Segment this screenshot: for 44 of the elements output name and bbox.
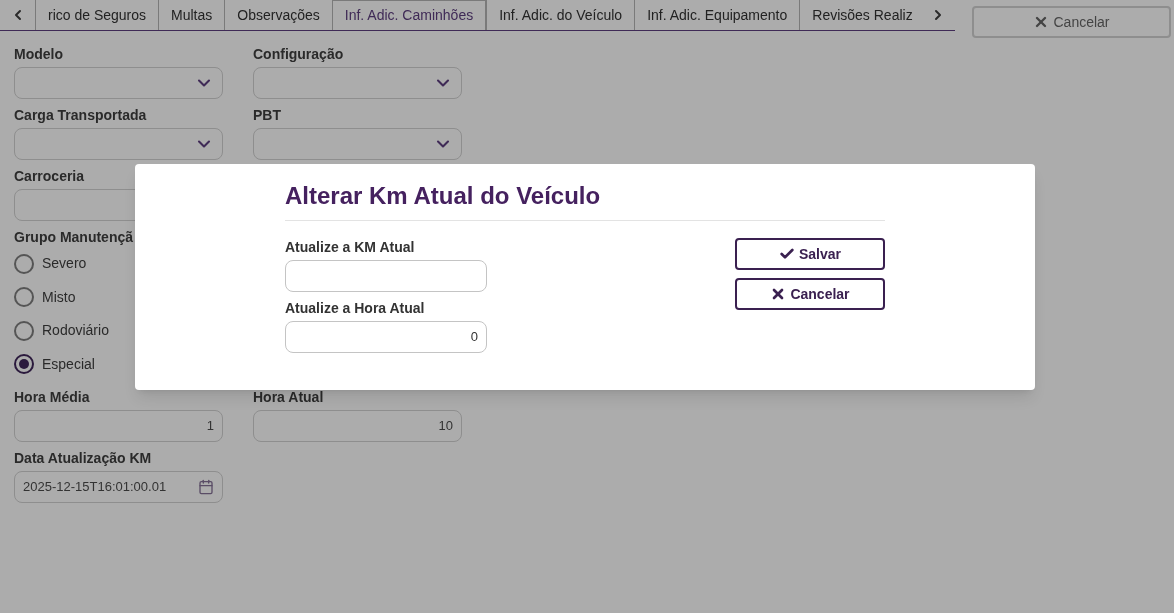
field-label: Hora Atual <box>253 388 325 407</box>
select-field[interactable] <box>253 128 462 160</box>
radio-icon <box>14 253 34 274</box>
field-label: Atualize a KM Atual <box>285 238 416 257</box>
select-field[interactable] <box>14 67 223 99</box>
field-label: PBT <box>253 106 282 125</box>
dialog-title: Alterar Km Atual do Veículo <box>285 178 885 221</box>
save-button[interactable]: Salvar <box>735 238 885 270</box>
field-label: Atualize a Hora Atual <box>285 299 426 318</box>
tab[interactable]: Inf. Adic. do Veículo <box>486 0 635 30</box>
field-label: Carga Transportada <box>14 106 148 125</box>
date-field[interactable]: 2025-12-15T16:01:00.01 <box>14 471 223 503</box>
radio-icon <box>14 287 34 308</box>
check-icon <box>778 246 795 262</box>
date-value: 2025-12-15T16:01:00.01 <box>23 478 167 497</box>
tab[interactable]: Observações <box>224 0 332 30</box>
select-field[interactable] <box>253 67 462 99</box>
tab[interactable]: Inf. Adic. Equipamento <box>634 0 800 30</box>
tab[interactable]: Multas <box>158 0 225 30</box>
radio-option[interactable]: Rodoviário <box>14 314 109 348</box>
radio-option[interactable]: Misto <box>14 280 76 314</box>
tab[interactable]: Inf. Adic. Caminhões <box>331 0 487 30</box>
field-label: Configuração <box>253 45 345 64</box>
input-field[interactable] <box>285 260 487 292</box>
radio-option[interactable]: Severo <box>14 247 87 281</box>
field-value: 0 <box>470 328 478 347</box>
number-field[interactable]: 10 <box>253 410 462 442</box>
field-value: 10 <box>438 417 453 436</box>
field-label: Modelo <box>14 45 64 64</box>
field-label: Data Atualização KM <box>14 449 153 468</box>
group-label: Grupo Manutençã <box>14 228 133 247</box>
input-field[interactable]: 0 <box>285 321 487 353</box>
cancel-button[interactable]: Cancelar <box>972 6 1171 38</box>
radio-icon <box>14 354 34 375</box>
number-field[interactable]: 1 <box>14 410 223 442</box>
tab[interactable]: rico de Seguros <box>35 0 159 30</box>
field-label: Hora Média <box>14 388 91 407</box>
cancel-button[interactable]: Cancelar <box>735 278 885 310</box>
select-field[interactable] <box>14 128 223 160</box>
field-label: Carroceria <box>14 167 86 186</box>
radio-option[interactable]: Especial <box>14 347 95 381</box>
calendar-icon <box>198 479 214 495</box>
radio-icon <box>14 320 34 341</box>
field-value: 1 <box>206 417 214 436</box>
